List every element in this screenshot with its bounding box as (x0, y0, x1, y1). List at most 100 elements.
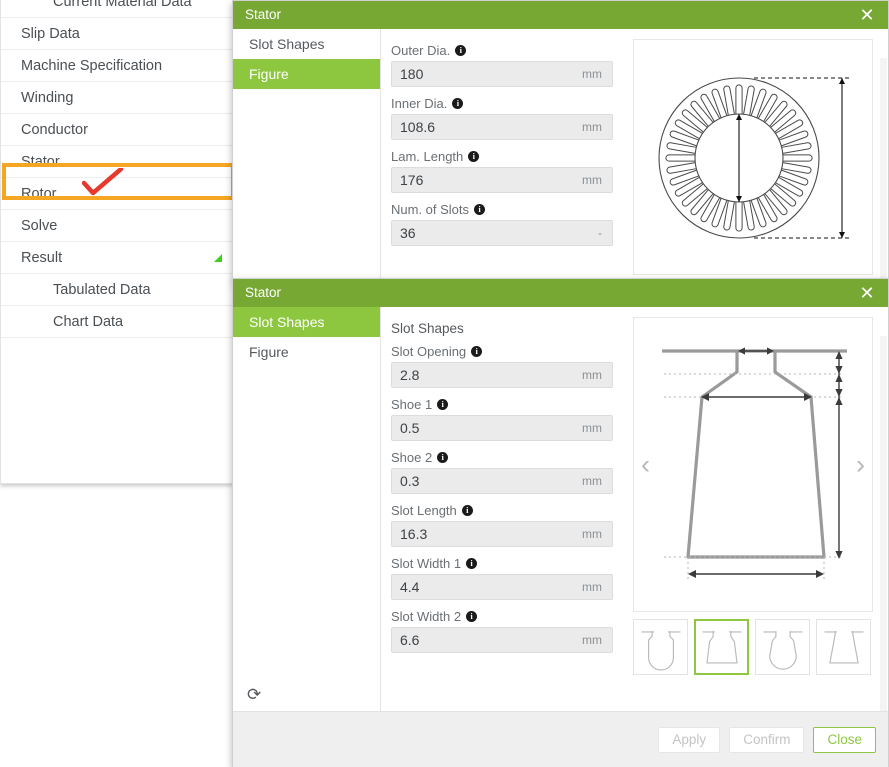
field-label-text: Slot Width 2 (391, 609, 462, 624)
field-shoe-1: Shoe 1 i mm (391, 397, 613, 441)
field-num-of-slots: Num. of Slots i - (391, 202, 613, 246)
slot-shape-trapezoid-flat-bottom-icon (702, 631, 741, 664)
lam-length-input[interactable] (392, 171, 582, 189)
confirm-button[interactable]: Confirm (729, 726, 805, 753)
field-slot-width-2: Slot Width 2 i mm (391, 609, 613, 653)
close-button[interactable]: Close (813, 726, 876, 753)
tab-figure[interactable]: Figure (233, 337, 380, 367)
sidebar-item-label: Rotor (21, 186, 57, 202)
sidebar-item-tabulated-data[interactable]: Tabulated Data (1, 274, 232, 306)
slot-shape-thumbnail-list (633, 619, 873, 675)
stator-figure-dialog: Stator ✕ Slot ShapesFigure Outer Dia. i mm… (232, 0, 889, 281)
field-shoe-2: Shoe 2 i mm (391, 450, 613, 494)
slot-opening-input[interactable] (392, 366, 582, 384)
info-icon[interactable]: i (471, 346, 483, 357)
dialog-tab-rail: ⟳ Slot Shapes Figure (233, 307, 381, 711)
sidebar-item-label: Slip Data (21, 26, 80, 42)
apply-button[interactable]: Apply (658, 726, 721, 753)
info-icon[interactable]: i (474, 204, 486, 215)
field-label: Slot Width 2 i (391, 609, 613, 624)
input-row: mm (391, 415, 613, 441)
sidebar-item-current-material-data[interactable]: Current Material Data (1, 0, 232, 18)
dialog-header[interactable]: Stator ✕ (233, 1, 888, 29)
info-icon[interactable]: i (437, 452, 449, 463)
field-label-text: Shoe 1 (391, 397, 433, 412)
dialog-figure-column (629, 29, 885, 281)
field-label-text: Inner Dia. (391, 96, 448, 111)
dialog-footer: Apply Confirm Close (233, 711, 888, 767)
dialog-title: Stator (245, 285, 282, 300)
next-shape-arrow-icon[interactable]: › (856, 451, 865, 478)
info-icon[interactable]: i (461, 505, 473, 516)
slot-shape-round-bottom-parallel-thumbnail[interactable] (633, 619, 688, 675)
slot-shape-pear-thumbnail[interactable] (755, 619, 810, 675)
close-icon[interactable]: ✕ (846, 279, 888, 307)
sidebar-item-slip-data[interactable]: Slip Data (1, 18, 232, 50)
slot-width-2-input[interactable] (392, 631, 582, 649)
sidebar-item-conductor[interactable]: Conductor (1, 114, 232, 146)
field-label: Slot Opening i (391, 344, 613, 359)
stator-slot-shapes-dialog: Stator ✕ ⟳ Slot Shapes Figure Slot Shapes… (232, 278, 889, 767)
tab-slot-shapes[interactable]: Slot Shapes (233, 29, 380, 59)
sidebar-item-machine-specification[interactable]: Machine Specification (1, 50, 232, 82)
input-unit-label: mm (582, 120, 602, 134)
field-outer-dia: Outer Dia. i mm (391, 43, 613, 87)
tab-figure[interactable]: Figure (233, 59, 380, 89)
sidebar-item-label: Winding (21, 90, 74, 106)
sidebar-item-label: Solve (21, 218, 58, 234)
field-label-text: Num. of Slots (391, 202, 470, 217)
sidebar-item-label: Conductor (21, 122, 88, 138)
outer-dia-input[interactable] (392, 65, 582, 83)
tab-slot-shapes[interactable]: Slot Shapes (233, 307, 380, 337)
shoe-2-input[interactable] (392, 472, 582, 490)
num-of-slots-input[interactable] (392, 224, 598, 242)
input-row: mm (391, 521, 613, 547)
sidebar-item-result[interactable]: Result (1, 242, 232, 274)
sidebar-item-rotor[interactable]: Rotor (1, 178, 232, 210)
prev-shape-arrow-icon[interactable]: ‹ (641, 451, 650, 478)
dialog-form-column: Slot Shapes Slot OpeningimmShoe 1immShoe… (381, 307, 629, 711)
field-label-text: Lam. Length (391, 149, 464, 164)
info-icon[interactable]: i (466, 611, 478, 622)
info-icon[interactable]: i (437, 399, 449, 410)
dialog-title: Stator (245, 7, 282, 22)
sidebar-item-chart-data[interactable]: Chart Data (1, 306, 232, 338)
section-title: Slot Shapes (391, 321, 464, 336)
slot-shape-tapered-wedge-thumbnail[interactable] (816, 619, 871, 675)
sidebar-item-label: Result (21, 250, 63, 266)
input-unit-label: mm (582, 368, 602, 382)
info-icon[interactable]: i (466, 558, 478, 569)
dialog-scrollbar[interactable] (880, 58, 887, 281)
field-inner-dia: Inner Dia. i mm (391, 96, 613, 140)
field-label-text: Shoe 2 (391, 450, 433, 465)
dialog-form-column: Outer Dia. i mm Inner Dia. i mm Lam. Length i mm… (381, 29, 629, 281)
slot-width-1-input[interactable] (392, 578, 582, 596)
sidebar-item-solve[interactable]: Solve (1, 210, 232, 242)
field-label: Slot Width 1 i (391, 556, 613, 571)
field-label: Slot Length i (391, 503, 613, 518)
sidebar-item-winding[interactable]: Winding (1, 82, 232, 114)
input-unit-label: mm (582, 173, 602, 187)
refresh-icon[interactable]: ⟳ (247, 686, 261, 703)
slot-shape-trapezoid-flat-bottom-thumbnail[interactable] (694, 619, 749, 675)
info-icon[interactable]: i (452, 98, 464, 109)
sidebar-item-label: Tabulated Data (53, 282, 151, 298)
input-row: mm (391, 574, 613, 600)
slot-length-input[interactable] (392, 525, 582, 543)
input-row: mm (391, 167, 613, 193)
slot-shape-figure[interactable]: ‹ › (633, 317, 873, 612)
info-icon[interactable]: i (455, 45, 467, 56)
dialog-scrollbar[interactable] (880, 336, 887, 711)
input-unit-label: mm (582, 580, 602, 594)
dialog-header[interactable]: Stator ✕ (233, 279, 888, 307)
sidebar-item-stator[interactable]: Stator (1, 146, 232, 178)
stator-cross-section-figure[interactable] (633, 39, 873, 275)
shoe-1-input[interactable] (392, 419, 582, 437)
info-icon[interactable]: i (468, 151, 480, 162)
input-row: mm (391, 61, 613, 87)
expand-triangle-icon[interactable] (214, 253, 222, 262)
field-slot-opening: Slot Opening i mm (391, 344, 613, 388)
navigation-panel: Current Material Data Slip Data Machine Sp… (0, 0, 233, 484)
close-icon[interactable]: ✕ (846, 1, 888, 29)
inner-dia-input[interactable] (392, 118, 582, 136)
